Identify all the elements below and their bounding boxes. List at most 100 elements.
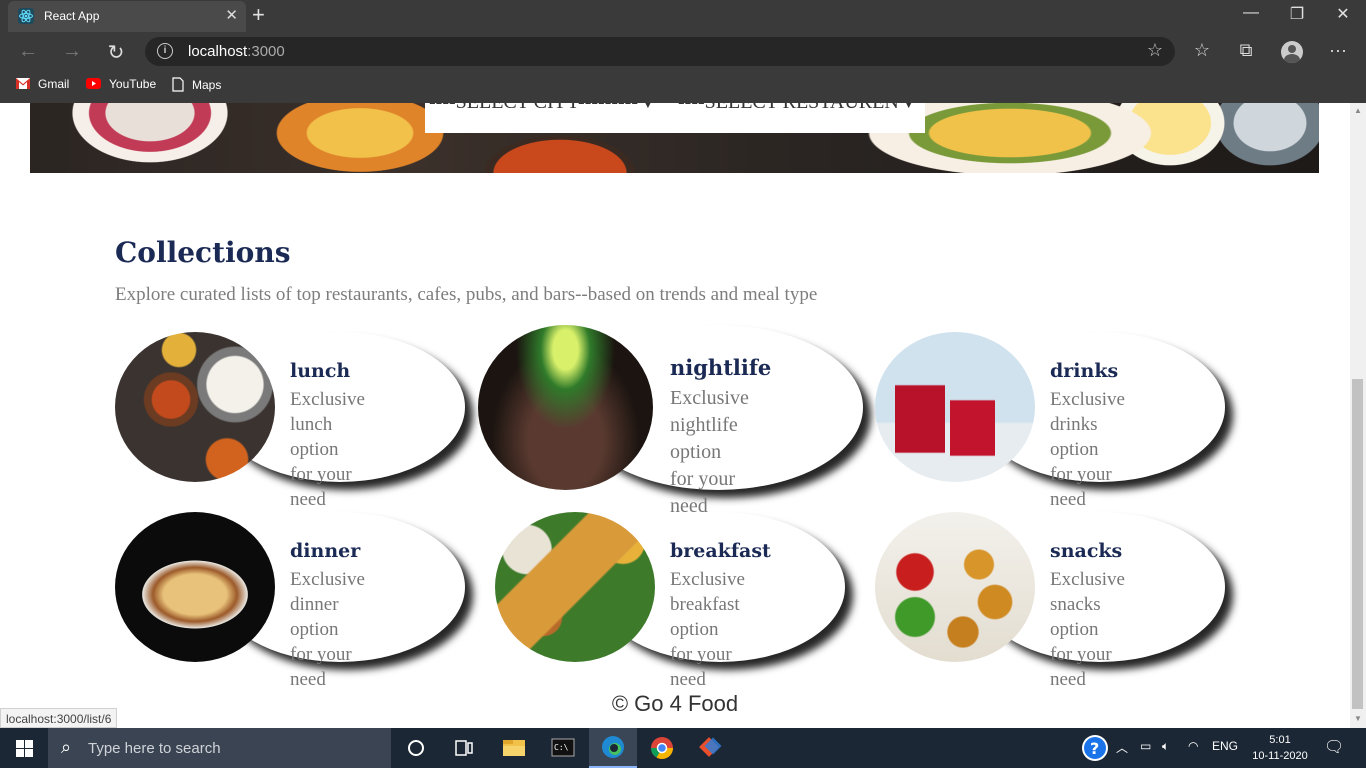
scroll-up-icon[interactable]: ▲ — [1354, 106, 1362, 115]
system-clock[interactable]: 5:01 10-11-2020 — [1250, 732, 1310, 764]
card-description-line1: Exclusive drinks — [1050, 389, 1125, 435]
restore-icon[interactable]: ❐ — [1282, 4, 1312, 24]
task-view-icon[interactable] — [440, 728, 488, 768]
bookmark-maps[interactable]: Maps — [172, 77, 221, 95]
card-title: breakfast — [670, 540, 771, 562]
card-description: Exclusive lunch option for your need — [290, 387, 365, 512]
favorites-list-icon[interactable]: ☆ — [1189, 40, 1215, 61]
card-description-line2: option for your need — [1050, 439, 1112, 510]
profile-avatar-icon[interactable] — [1281, 41, 1303, 63]
card-description-line1: Exclusive breakfast — [670, 569, 745, 615]
terminal-icon[interactable]: C:\ — [539, 728, 587, 768]
taskbar-search-placeholder: Type here to search — [88, 740, 221, 757]
favorite-star-icon[interactable]: ☆ — [1147, 40, 1163, 61]
snacks-photo — [875, 512, 1035, 662]
url-text: localhost:3000 — [188, 43, 285, 60]
new-tab-icon[interactable]: + — [252, 2, 265, 28]
status-bar-url: localhost:3000/list/6 — [0, 708, 118, 728]
card-description: Exclusive nightlife option for your need — [670, 385, 749, 520]
clock-time: 5:01 — [1269, 734, 1291, 746]
card-description-line1: Exclusive nightlife — [670, 387, 749, 436]
bookmark-youtube[interactable]: YouTube — [86, 77, 156, 92]
url-port: :3000 — [247, 43, 285, 60]
card-title: lunch — [290, 360, 351, 382]
city-select[interactable]: ----SELECT CITY--------- ▼ — [429, 103, 654, 114]
windows-start-icon[interactable] — [0, 728, 48, 768]
card-description: Exclusive breakfast option for your need — [670, 567, 745, 692]
url-host: localhost — [188, 43, 248, 60]
search-icon: ⌕ — [61, 737, 72, 757]
bookmark-gmail-label: Gmail — [38, 77, 70, 91]
minimize-icon[interactable]: — — [1236, 4, 1266, 22]
chevron-down-icon: ▼ — [642, 103, 654, 111]
gmail-icon — [16, 77, 30, 92]
tab-close-icon[interactable]: ✕ — [225, 6, 238, 24]
windows-taskbar: ⌕ Type here to search C:\ ? ︿ ▭ 🔈︎ ◠ ENG… — [0, 728, 1366, 768]
file-explorer-icon[interactable] — [490, 728, 538, 768]
edge-browser-icon[interactable] — [589, 728, 637, 768]
card-description: Exclusive dinner option for your need — [290, 567, 365, 692]
card-description-line1: Exclusive dinner — [290, 569, 365, 615]
card-title: dinner — [290, 540, 361, 562]
tray-chevron-up-icon[interactable]: ︿ — [1116, 739, 1128, 756]
nightlife-photo — [478, 325, 653, 490]
footer-copyright: © Go 4 Food — [611, 691, 739, 716]
tab-title: React App — [44, 9, 100, 23]
collections-heading: Collections — [115, 236, 291, 269]
scrollbar-thumb[interactable] — [1352, 379, 1363, 709]
bookmarks-bar: Gmail YouTube Maps — [0, 72, 1366, 103]
card-description-line2: option for your need — [290, 619, 352, 690]
restaurant-select[interactable]: ----SELECT RESTAUREN▼ — [678, 103, 915, 114]
taskbar-search[interactable]: ⌕ Type here to search — [48, 728, 391, 768]
navigation-bar: ← → ↻ i localhost:3000 ☆ ☆ ⧉ ··· — [0, 32, 1366, 72]
chevron-down-icon: ▼ — [902, 103, 915, 111]
address-bar[interactable]: i localhost:3000 ☆ — [145, 37, 1175, 66]
lunch-photo — [115, 332, 275, 482]
collections-subtitle: Explore curated lists of top restaurants… — [115, 284, 818, 305]
help-icon[interactable]: ? — [1078, 728, 1112, 768]
window-close-icon[interactable]: ✕ — [1328, 4, 1358, 24]
card-title: drinks — [1050, 360, 1119, 382]
site-info-icon[interactable]: i — [157, 43, 173, 59]
youtube-icon — [86, 77, 101, 92]
page-icon — [172, 77, 184, 95]
bookmark-maps-label: Maps — [192, 78, 222, 93]
refresh-icon[interactable]: ↻ — [104, 40, 128, 65]
browser-tab[interactable]: React App ✕ — [8, 1, 246, 32]
cortana-icon[interactable] — [392, 728, 440, 768]
scroll-down-icon[interactable]: ▼ — [1354, 714, 1362, 723]
dinner-photo — [115, 512, 275, 662]
wifi-icon[interactable]: ◠ — [1188, 739, 1198, 753]
card-description-line2: option for your need — [290, 439, 352, 510]
battery-icon[interactable]: ▭ — [1140, 739, 1151, 753]
back-arrow-icon[interactable]: ← — [16, 40, 40, 63]
more-menu-icon[interactable]: ··· — [1325, 40, 1351, 61]
card-description-line1: Exclusive snacks — [1050, 569, 1125, 615]
chrome-icon[interactable] — [638, 728, 686, 768]
page-viewport: ----SELECT CITY--------- ▼ ----SELECT RES… — [0, 103, 1350, 728]
language-indicator[interactable]: ENG — [1212, 739, 1238, 753]
git-tool-icon[interactable] — [686, 728, 734, 768]
forward-arrow-icon[interactable]: → — [60, 40, 84, 63]
svg-text:?: ? — [1090, 739, 1099, 758]
drinks-photo — [875, 332, 1035, 482]
card-description: Exclusive drinks option for your need — [1050, 387, 1125, 512]
react-favicon-icon — [18, 8, 34, 24]
card-description-line1: Exclusive lunch — [290, 389, 365, 435]
tab-strip: React App ✕ + — ❐ ✕ — [0, 0, 1366, 32]
breakfast-photo — [495, 512, 655, 662]
card-description-line2: option for your need — [670, 619, 732, 690]
bookmark-youtube-label: YouTube — [109, 77, 157, 91]
page-scrollbar[interactable]: ▲ ▼ — [1350, 103, 1366, 728]
card-title: snacks — [1050, 540, 1123, 562]
search-select-container: ----SELECT CITY--------- ▼ ----SELECT RES… — [425, 103, 925, 133]
volume-icon[interactable]: 🔈︎ — [1162, 739, 1169, 754]
card-description: Exclusive snacks option for your need — [1050, 567, 1125, 692]
bookmark-gmail[interactable]: Gmail — [16, 77, 69, 92]
notifications-icon[interactable]: 🗨︎ — [1324, 737, 1344, 757]
clock-date: 10-11-2020 — [1252, 750, 1308, 762]
card-description-line2: option for your need — [1050, 619, 1112, 690]
card-title: nightlife — [670, 355, 772, 380]
collections-icon[interactable]: ⧉ — [1233, 40, 1259, 61]
svg-text:C:\: C:\ — [554, 743, 569, 752]
